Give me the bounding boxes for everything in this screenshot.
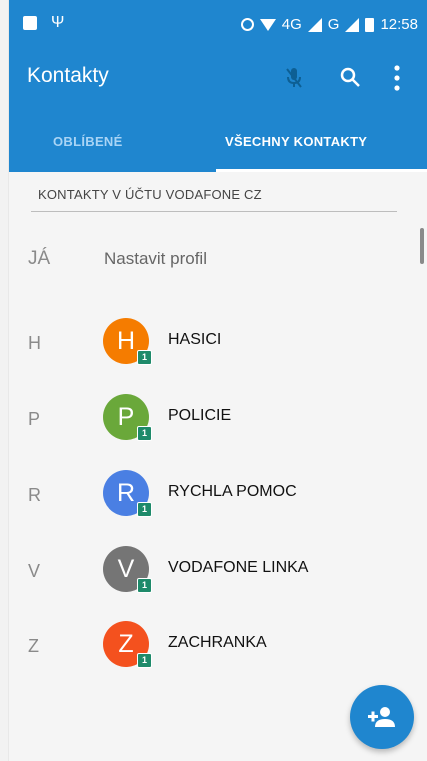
contact-name: HASICI — [168, 331, 222, 348]
status-right: 4G G 12:58 — [240, 16, 418, 33]
account-header: KONTAKTY V ÚČTU VODAFONE CZ — [38, 187, 262, 202]
set-profile-button[interactable]: Nastavit profil — [104, 249, 207, 269]
sd-card-icon — [23, 16, 37, 30]
section-letter: V — [28, 561, 41, 581]
mic-off-icon[interactable] — [285, 66, 303, 90]
contact-row[interactable]: V V 1 VODAFONE LINKA — [9, 541, 427, 601]
wifi-icon — [259, 18, 276, 31]
tab-favorites[interactable]: OBLÍBENÉ — [53, 134, 123, 149]
contact-row[interactable]: H H 1 HASICI — [9, 313, 427, 373]
clock: 12:58 — [380, 16, 418, 33]
section-letter: P — [28, 409, 41, 429]
tab-indicator — [216, 169, 427, 172]
scrollbar[interactable] — [420, 228, 424, 264]
alarm-icon — [240, 18, 254, 31]
contact-row[interactable]: R R 1 RYCHLA POMOC — [9, 465, 427, 525]
tab-bar: OBLÍBENÉ VŠECHNY KONTAKTY — [9, 102, 427, 172]
app-title: Kontakty — [27, 64, 109, 87]
signal-icon-2 — [345, 17, 360, 32]
contact-row[interactable]: P P 1 POLICIE — [9, 389, 427, 449]
network-type: 4G — [281, 16, 302, 33]
contact-name: RYCHLA POMOC — [168, 483, 297, 500]
search-icon[interactable] — [339, 66, 361, 88]
signal-icon — [307, 17, 322, 32]
status-bar: Ψ 4G G 12:58 — [9, 0, 427, 56]
contact-name: ZACHRANKA — [168, 634, 267, 651]
account-badge: 1 — [137, 653, 152, 668]
account-badge: 1 — [137, 578, 152, 593]
divider — [31, 211, 397, 212]
battery-icon — [365, 17, 375, 32]
me-section-label: JÁ — [28, 248, 51, 269]
more-vert-icon[interactable] — [393, 64, 401, 92]
section-letter: H — [28, 333, 41, 353]
app-bar: Kontakty — [9, 56, 427, 102]
add-contact-icon — [368, 707, 395, 727]
account-badge: 1 — [137, 502, 152, 517]
add-contact-button[interactable] — [350, 685, 414, 749]
section-letter: Z — [28, 636, 39, 656]
network-type-2: G — [327, 16, 340, 33]
app-window: Ψ 4G G 12:58 Kontakty OBLÍBENÉ VŠECHNY K… — [8, 0, 427, 761]
account-badge: 1 — [137, 426, 152, 441]
contact-name: POLICIE — [168, 407, 232, 424]
status-left: Ψ — [23, 14, 65, 31]
account-badge: 1 — [137, 350, 152, 365]
tab-all-contacts[interactable]: VŠECHNY KONTAKTY — [225, 134, 367, 149]
usb-icon: Ψ — [51, 14, 65, 31]
contact-row[interactable]: Z Z 1 ZACHRANKA — [9, 616, 427, 676]
contact-name: VODAFONE LINKA — [168, 559, 309, 576]
section-letter: R — [28, 485, 41, 505]
